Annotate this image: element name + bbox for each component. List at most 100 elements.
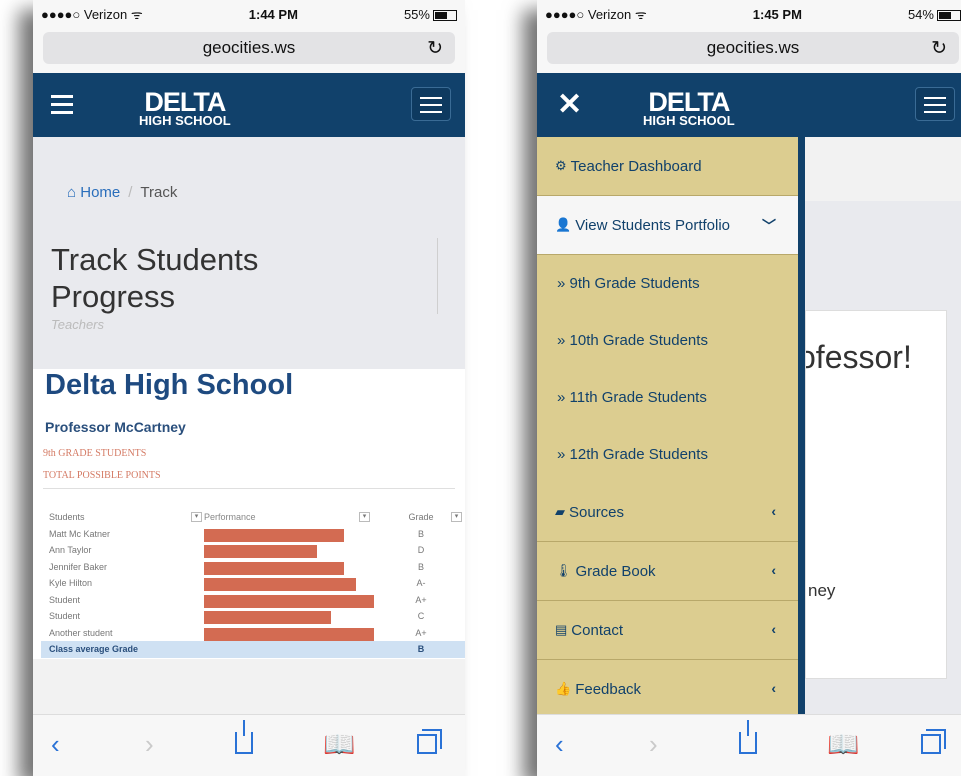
battery-percent: 54% — [907, 6, 934, 22]
divider — [437, 238, 438, 314]
filter-dropdown-icon[interactable]: ▾ — [191, 512, 202, 522]
student-grade: D — [417, 545, 425, 555]
student-name: Matt Mc Katner — [49, 528, 111, 539]
url-field[interactable]: geocities.ws ↻ — [547, 32, 959, 64]
submenu-item[interactable]: » 11th Grade Students — [537, 369, 798, 426]
student-grade: A+ — [415, 627, 427, 638]
site-navbar: DELTA HIGH SCHOOL — [33, 73, 465, 137]
table-row: Student C — [41, 608, 465, 625]
filter-dropdown-icon[interactable]: ▾ — [451, 512, 462, 522]
filter-dropdown-icon[interactable]: ▾ — [359, 512, 370, 522]
back-icon[interactable]: ‹ — [555, 729, 564, 760]
table-row: Student A+ — [41, 592, 465, 609]
student-name: Another student — [49, 627, 113, 638]
menu-item[interactable]: ▰ Sources ‹ — [537, 483, 798, 542]
navbar-toggle-button[interactable] — [411, 87, 451, 121]
submenu-item[interactable]: » 12th Grade Students — [537, 426, 798, 483]
url-text: geocities.ws — [706, 38, 800, 57]
menu-item[interactable]: ⚙ Teacher Dashboard — [537, 137, 798, 196]
close-icon[interactable]: ✕ — [557, 87, 582, 122]
performance-bar — [204, 594, 374, 608]
divider — [43, 488, 455, 489]
report-section: Delta High School Professor McCartney 9t… — [33, 369, 465, 659]
contact-card-icon: ▤ — [555, 622, 568, 637]
forward-icon: › — [145, 729, 154, 759]
hamburger-icon[interactable] — [51, 95, 73, 119]
menu-item-label: View Students Portfolio — [575, 216, 730, 234]
submenu-item[interactable]: » 9th Grade Students — [537, 255, 798, 312]
student-grade: A- — [416, 578, 426, 588]
site-logo[interactable]: DELTA HIGH SCHOOL — [139, 89, 231, 128]
breadcrumb-separator: / — [128, 184, 133, 201]
header-performance: Performance — [204, 512, 256, 522]
performance-bar — [204, 528, 344, 542]
chevron-icon: ‹ — [771, 680, 776, 696]
student-name: Jennifer Baker — [49, 561, 108, 572]
performance-bar — [204, 578, 356, 591]
navbar-toggle-button[interactable] — [915, 87, 955, 121]
menu-item-label: Feedback — [575, 680, 642, 698]
clock: 1:45 PM — [752, 6, 802, 22]
content-card: ofessor! ney — [805, 310, 947, 679]
clock: 1:44 PM — [248, 6, 298, 22]
share-icon[interactable] — [235, 720, 253, 761]
phone-screen-left: ●●●●○ Verizon ᯤ 1:44 PM 55% geocities.ws… — [33, 0, 465, 776]
student-name: Kyle Hilton — [49, 578, 93, 588]
breadcrumb: ⌂ Home / Track — [67, 184, 177, 201]
table-row: Another student A+ — [41, 625, 465, 642]
average-row: Class average Grade B — [41, 641, 465, 658]
name-text: ney — [808, 581, 836, 600]
student-grade: A+ — [415, 594, 427, 605]
reload-icon[interactable]: ↻ — [427, 37, 443, 60]
greeting-text: ofessor! — [805, 339, 912, 375]
bookmarks-icon[interactable]: 📖 — [827, 729, 859, 760]
page-title: Track Students Progress — [51, 242, 259, 314]
thumbs-up-icon: 👍 — [555, 681, 572, 696]
table-row: Ann Taylor D — [41, 542, 465, 559]
carrier: ●●●●○ Verizon ᯤ — [545, 7, 647, 22]
tabs-icon[interactable] — [417, 729, 442, 761]
logo-line2: HIGH SCHOOL — [139, 113, 231, 128]
site-logo[interactable]: DELTA HIGH SCHOOL — [643, 89, 735, 128]
performance-bar — [204, 545, 317, 558]
chevron-icon: ‹ — [771, 562, 776, 578]
phone-screen-right: ●●●●○ Verizon ᯤ 1:45 PM 54% geocities.ws… — [537, 0, 961, 776]
student-grade: B — [417, 528, 424, 539]
bookmarks-icon[interactable]: 📖 — [323, 729, 355, 760]
breadcrumb-current: Track — [140, 184, 178, 201]
address-bar: geocities.ws ↻ — [537, 28, 961, 73]
dashboard-icon: ⚙ — [555, 158, 567, 173]
chevron-icon: ‹ — [771, 621, 776, 637]
submenu-item[interactable]: » 10th Grade Students — [537, 312, 798, 369]
average-label: Class average Grade — [49, 644, 139, 654]
reload-icon[interactable]: ↻ — [931, 37, 947, 60]
breadcrumb-home[interactable]: ⌂ Home — [67, 184, 120, 201]
url-field[interactable]: geocities.ws ↻ — [43, 32, 455, 64]
student-grade: C — [417, 611, 425, 621]
menu-item-label: Sources — [569, 503, 625, 521]
breadcrumb-home-label: Home — [80, 184, 121, 201]
menu-item-label: » 10th Grade Students — [557, 332, 708, 349]
share-icon[interactable] — [739, 720, 757, 761]
chevron-icon: ﹀ — [762, 218, 776, 234]
student-grade: B — [417, 561, 424, 572]
points-label: TOTAL POSSIBLE POINTS — [43, 470, 161, 481]
page-subtitle: Teachers — [51, 317, 104, 332]
student-name: Ann Taylor — [49, 545, 92, 555]
chevron-icon: ‹ — [771, 503, 776, 519]
battery-percent: 55% — [403, 6, 430, 22]
menu-item[interactable]: 👤 View Students Portfolio ﹀ — [537, 196, 798, 255]
menu-item-label: » 9th Grade Students — [557, 275, 700, 292]
address-bar: geocities.ws ↻ — [33, 28, 465, 73]
menu-item[interactable]: ▤ Contact ‹ — [537, 601, 798, 660]
battery-icon — [936, 9, 961, 21]
menu-item-label: » 11th Grade Students — [557, 389, 707, 406]
tabs-icon[interactable] — [921, 729, 946, 761]
menu-item[interactable]: 🌡 Grade Book ‹ — [537, 542, 798, 601]
url-text: geocities.ws — [202, 38, 296, 57]
back-icon[interactable]: ‹ — [51, 729, 60, 760]
menu-item[interactable]: 👍 Feedback ‹ — [537, 660, 798, 719]
site-navbar: ✕ DELTA HIGH SCHOOL — [537, 73, 961, 137]
side-menu: ⚙ Teacher Dashboard 👤 View Students Portfol… — [537, 137, 805, 719]
performance-bar — [204, 627, 374, 641]
